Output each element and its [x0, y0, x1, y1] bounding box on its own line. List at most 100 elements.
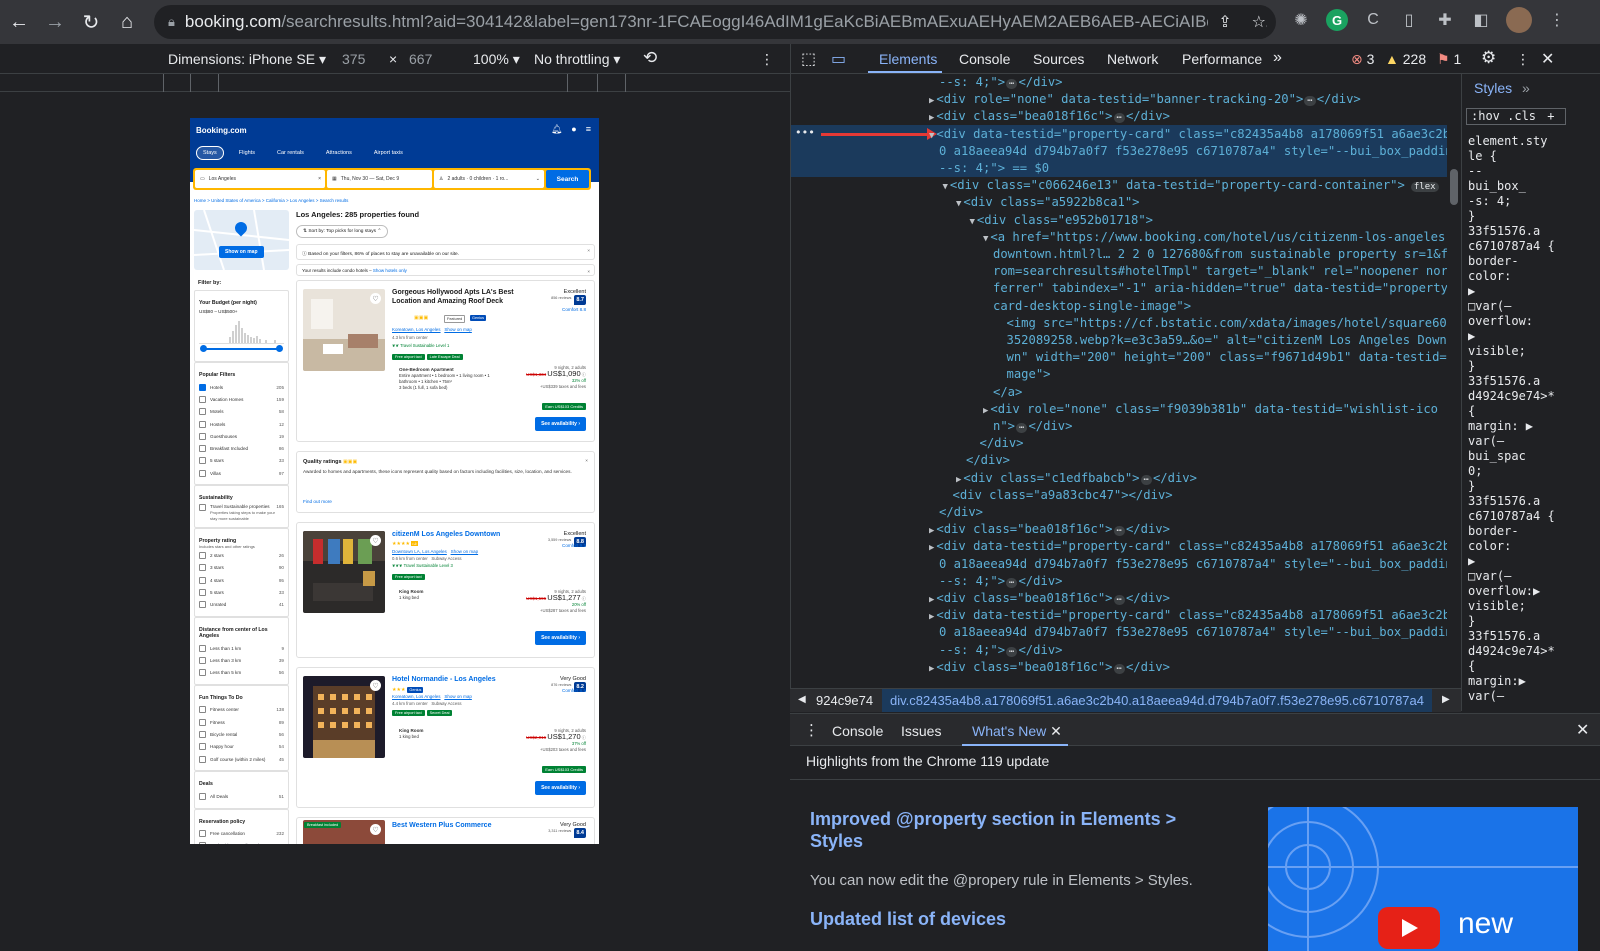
filter-option[interactable]: 4 stars 95: [199, 574, 284, 586]
style-rule-line[interactable]: overflow:▶: [1468, 584, 1540, 599]
devtools-menu-icon[interactable]: ⋮: [1516, 51, 1530, 68]
dom-node-line[interactable]: </div>: [980, 435, 1024, 452]
property-card[interactable]: ♡ citizenM Los Angeles Downtown ★★★★ 👍︎ …: [296, 522, 595, 658]
checkbox[interactable]: [199, 601, 206, 609]
dom-node-line[interactable]: 352089258.webp?k=e3c3a59…&o=" alt="citiz…: [1007, 332, 1458, 349]
filter-option[interactable]: Happy hour 54: [199, 741, 284, 753]
checkbox[interactable]: [199, 395, 206, 403]
review-score[interactable]: Excellent 856 reviews 8.7: [551, 289, 586, 305]
style-rule-line[interactable]: 33f51576.a: [1468, 494, 1540, 509]
wishlist-heart-icon[interactable]: ♡: [370, 293, 381, 304]
checkbox[interactable]: [199, 420, 206, 428]
style-rule-line[interactable]: 0;: [1468, 464, 1482, 479]
dom-node-line[interactable]: ▶ <div class="c1edfbabcb"> ⋯ </div>: [956, 470, 1197, 487]
property-name[interactable]: Hotel Normandie - Los Angeles: [392, 676, 527, 685]
property-location-link[interactable]: Downtown LA, Los Angeles Show on map: [392, 549, 478, 554]
dom-node-line[interactable]: 0 a18aeea94d d794b7a0f7 f53e278e95 c6710…: [939, 556, 1457, 573]
collapsed-children-badge[interactable]: ⋯: [1140, 474, 1152, 485]
dom-node-line[interactable]: ferrer" tabindex="-1" aria-hidden="true"…: [993, 280, 1455, 297]
collapsed-children-badge[interactable]: ⋯: [1113, 526, 1125, 537]
tab-flights[interactable]: Flights: [232, 146, 262, 160]
close-devtools-icon[interactable]: ✕: [1541, 49, 1554, 69]
node-actions-icon[interactable]: •••: [795, 126, 815, 139]
dom-node-line[interactable]: ▼ <div class="e952b01718">: [970, 212, 1154, 229]
see-availability-button[interactable]: See availability ›: [535, 781, 586, 795]
expand-toggle-icon[interactable]: ▶: [929, 113, 934, 123]
styles-pane[interactable]: Styles » :hov .cls + element.sty le { -- …: [1461, 74, 1600, 711]
tab-attractions[interactable]: Attractions: [319, 146, 359, 160]
checkbox[interactable]: [199, 469, 206, 477]
style-rule-line[interactable]: {: [1468, 659, 1475, 674]
show-on-map-button[interactable]: Show on map: [219, 246, 264, 258]
error-count[interactable]: ⊗ 3: [1351, 51, 1374, 68]
style-rule-line[interactable]: margin: ▶: [1468, 419, 1533, 434]
throttling-select[interactable]: No throttling ▾: [534, 51, 620, 68]
map-thumbnail[interactable]: Show on map: [194, 210, 289, 270]
style-rule-line[interactable]: bui_box_: [1468, 179, 1526, 194]
lock-icon[interactable]: 🔒︎: [168, 14, 175, 30]
review-score[interactable]: Very Good 3,311 reviews 8.4: [548, 822, 586, 838]
dom-node-line[interactable]: --s: 4;"> ⋯ </div>: [939, 74, 1063, 91]
filter-option[interactable]: Travel Sustainable properties Properties …: [199, 504, 284, 522]
collapsed-children-badge[interactable]: ⋯: [1006, 79, 1018, 89]
filter-option[interactable]: Golf course (within 2 miles) 45: [199, 753, 284, 765]
checkbox[interactable]: [199, 588, 206, 596]
feature-title-link[interactable]: Updated list of devices: [810, 909, 1006, 930]
style-rule-line[interactable]: bui_spac: [1468, 449, 1526, 464]
drawer-tab-whats-new[interactable]: What's New ✕: [972, 723, 1062, 740]
dom-node-line[interactable]: downtown.html?l… 2 2 0 127680&from susta…: [993, 246, 1448, 263]
filter-option[interactable]: Motels 58: [199, 406, 284, 418]
checkbox[interactable]: [199, 669, 206, 677]
collapsed-children-badge[interactable]: ⋯: [1113, 113, 1125, 124]
checkbox[interactable]: [199, 743, 206, 751]
close-icon[interactable]: ×: [587, 249, 590, 254]
property-image[interactable]: ♡: [303, 531, 385, 613]
checkbox[interactable]: [199, 408, 206, 416]
filter-option[interactable]: 3 stars 90: [199, 562, 284, 574]
style-rule-line[interactable]: c6710787a4 {: [1468, 509, 1555, 524]
breadcrumb-scroll-right-icon[interactable]: ▶: [1442, 694, 1450, 705]
extension-bottle-icon[interactable]: ▯: [1398, 9, 1420, 31]
filter-option[interactable]: 5 stars 33: [199, 455, 284, 467]
show-on-map-link[interactable]: Show on map: [444, 327, 472, 332]
checkbox[interactable]: [199, 755, 206, 763]
dom-node-line[interactable]: rom=searchresults#hotelTmpl" target="_bl…: [993, 263, 1455, 280]
breadcrumb-scroll-left-icon[interactable]: ◀: [798, 694, 806, 705]
dom-node-line[interactable]: --s: 4;"> ⋯ </div>: [939, 642, 1063, 659]
collapsed-children-badge[interactable]: ⋯: [1006, 646, 1018, 657]
expand-toggle-icon[interactable]: ▶: [929, 526, 934, 536]
sort-button[interactable]: ⇅ Sort by: Top picks for long stays ⌃: [296, 225, 389, 238]
dom-node-line[interactable]: 0 a18aeea94d d794b7a0f7 f53e278e95 c6710…: [939, 143, 1457, 160]
style-rule-line[interactable]: margin:▶: [1468, 674, 1526, 689]
dom-node-line[interactable]: --s: 4;"> == $0: [939, 160, 1049, 177]
checkbox[interactable]: [199, 564, 206, 572]
style-rule-line[interactable]: ▶: [1468, 329, 1475, 344]
zoom-select[interactable]: 100% ▾: [473, 51, 520, 68]
side-panel-icon[interactable]: ◧: [1470, 9, 1492, 31]
checkbox[interactable]: [199, 730, 206, 738]
search-button[interactable]: Search: [546, 170, 589, 188]
style-rule-line[interactable]: }: [1468, 209, 1475, 224]
style-rule-line[interactable]: }: [1468, 614, 1475, 629]
checkbox[interactable]: [199, 552, 206, 560]
expand-toggle-icon[interactable]: ▶: [929, 543, 934, 553]
flex-badge[interactable]: flex: [1410, 182, 1439, 193]
style-rule-line[interactable]: border-: [1468, 524, 1519, 539]
style-rule-line[interactable]: }: [1468, 359, 1475, 374]
expand-toggle-icon[interactable]: ▼: [970, 217, 975, 227]
rotate-icon[interactable]: ⟲: [643, 48, 657, 68]
bookmark-star-icon[interactable]: ☆: [1252, 12, 1266, 32]
checkbox[interactable]: [199, 457, 206, 465]
see-availability-button[interactable]: See availability ›: [535, 631, 586, 645]
expand-toggle-icon[interactable]: ▶: [929, 612, 934, 622]
property-location-link[interactable]: Koreatown, Los Angeles Show on map: [392, 327, 472, 332]
tab-car-rentals[interactable]: Car rentals: [270, 146, 311, 160]
tab-network[interactable]: Network: [1107, 51, 1158, 67]
filter-option[interactable]: Hotels 205: [199, 381, 284, 393]
checkbox[interactable]: [199, 830, 206, 838]
dom-node-line[interactable]: ▶ <div class="bea018f16c"> ⋯ </div>: [929, 521, 1170, 538]
close-icon[interactable]: ×: [585, 458, 588, 463]
checkbox[interactable]: [199, 383, 206, 391]
property-card[interactable]: ♡ Hotel Normandie - Los Angeles ★★★ Geni…: [296, 667, 595, 808]
expand-toggle-icon[interactable]: ▶: [983, 406, 988, 416]
